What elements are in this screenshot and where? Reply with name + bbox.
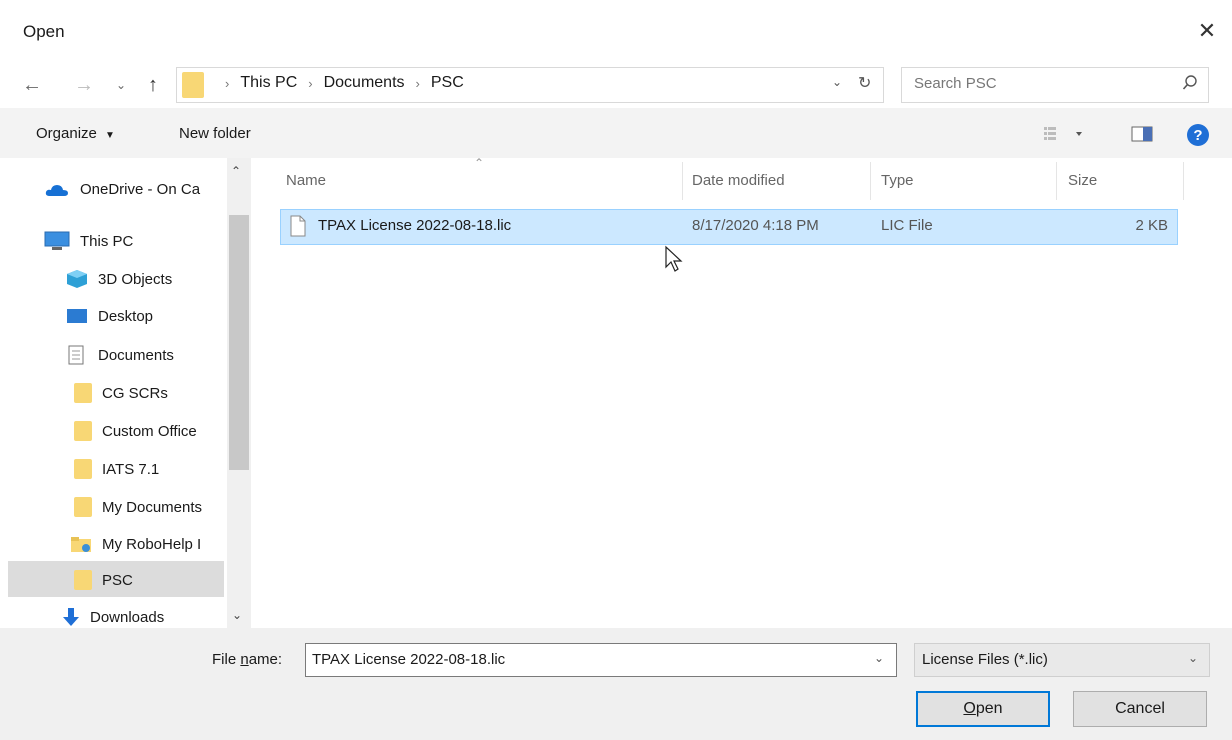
shared-folder-icon	[71, 537, 91, 552]
column-header-type[interactable]: Type	[881, 172, 914, 189]
scroll-down-icon[interactable]: ⌄	[232, 608, 242, 622]
nav-item-this-pc[interactable]: This PC	[44, 231, 224, 251]
breadcrumb-psc[interactable]: PSC	[431, 74, 464, 92]
column-divider	[1056, 162, 1057, 200]
breadcrumb-separator-icon: ›	[225, 75, 230, 91]
column-divider	[870, 162, 871, 200]
view-options-icon	[1044, 127, 1082, 140]
folder-icon	[182, 72, 204, 103]
chevron-down-icon: ⌄	[115, 78, 127, 92]
file-type-cell: LIC File	[881, 217, 933, 234]
breadcrumb-this-pc[interactable]: This PC	[240, 74, 297, 92]
breadcrumb-documents[interactable]: Documents	[324, 74, 405, 92]
breadcrumb-separator-icon: ›	[308, 75, 313, 91]
up-arrow-icon: ↑	[148, 73, 158, 96]
open-button[interactable]: Open	[916, 691, 1050, 727]
preview-pane-icon	[1131, 126, 1153, 142]
folder-icon	[74, 497, 92, 517]
organize-menu-button[interactable]: Organize ▼	[36, 125, 115, 142]
svg-text:?: ?	[1193, 127, 1202, 144]
nav-item-desktop[interactable]: Desktop	[66, 307, 224, 325]
column-header-name[interactable]: Name	[286, 172, 326, 189]
nav-item-label: Downloads	[90, 608, 165, 626]
cancel-button[interactable]: Cancel	[1073, 691, 1207, 727]
file-date-cell: 8/17/2020 4:18 PM	[692, 217, 819, 234]
file-name-dropdown-icon[interactable]: ⌄	[874, 651, 884, 665]
preview-pane-button[interactable]	[1131, 126, 1153, 147]
back-arrow-icon: ←	[22, 73, 42, 96]
nav-item-psc[interactable]: PSC	[74, 570, 224, 590]
nav-item-label: CG SCRs	[102, 384, 168, 402]
computer-icon	[44, 231, 70, 250]
up-button[interactable]: ↑	[140, 70, 166, 100]
folder-icon	[74, 383, 92, 403]
caret-down-icon: ▼	[105, 130, 115, 141]
help-button[interactable]: ?	[1186, 123, 1210, 152]
nav-scrollbar-thumb[interactable]	[229, 215, 249, 470]
folder-icon	[74, 570, 92, 590]
3d-objects-icon	[67, 270, 87, 288]
nav-item-my-robohelp[interactable]: My RoboHelp I	[70, 535, 224, 553]
nav-item-label: Documents	[98, 346, 174, 364]
folder-icon	[74, 459, 92, 479]
forward-arrow-icon: →	[74, 73, 94, 96]
nav-item-label: IATS 7.1	[102, 460, 160, 478]
file-name-value: TPAX License 2022-08-18.lic	[312, 651, 506, 668]
column-header-date-modified[interactable]: Date modified	[692, 172, 785, 189]
refresh-icon[interactable]: ↻	[858, 73, 871, 93]
download-icon	[63, 608, 79, 626]
nav-item-label: My RoboHelp I	[102, 535, 202, 553]
nav-item-custom-office[interactable]: Custom Office	[74, 421, 224, 441]
recent-locations-button[interactable]: ⌄	[111, 70, 131, 100]
scroll-up-icon[interactable]: ⌃	[231, 164, 241, 178]
access-key: O	[963, 700, 976, 717]
nav-item-iats[interactable]: IATS 7.1	[74, 459, 224, 479]
title-bar	[0, 0, 1232, 62]
column-divider	[682, 162, 683, 200]
desktop-icon	[67, 309, 87, 323]
file-type-value: License Files (*.lic)	[922, 651, 1048, 668]
documents-icon	[68, 345, 84, 365]
help-icon: ?	[1187, 124, 1209, 146]
forward-button[interactable]: →	[70, 70, 98, 100]
search-placeholder: Search PSC	[914, 75, 997, 92]
sort-ascending-icon: ⌃	[474, 156, 485, 170]
file-icon	[290, 215, 306, 242]
nav-item-label: Custom Office	[102, 422, 197, 440]
folder-icon	[74, 421, 92, 441]
file-type-dropdown-icon[interactable]: ⌄	[1188, 651, 1198, 665]
window-title: Open	[23, 22, 65, 41]
nav-item-label: PSC	[102, 571, 133, 589]
back-button[interactable]: ←	[18, 70, 46, 100]
search-icon	[1182, 74, 1198, 97]
nav-item-label: OneDrive - On Ca	[80, 181, 201, 198]
close-button[interactable]: ✕	[1188, 12, 1226, 50]
nav-item-onedrive[interactable]: OneDrive - On Ca	[44, 181, 224, 198]
access-key: n	[240, 651, 249, 668]
nav-item-label: My Documents	[102, 498, 203, 516]
breadcrumb: › This PC › Documents › PSC	[214, 74, 464, 92]
breadcrumb-separator-icon: ›	[415, 75, 420, 91]
new-folder-button[interactable]: New folder	[179, 125, 251, 142]
nav-item-label: Desktop	[98, 307, 154, 325]
column-divider	[1183, 162, 1184, 200]
cloud-icon	[45, 184, 68, 196]
file-size-cell: 2 KB	[1135, 217, 1168, 234]
close-icon: ✕	[1197, 18, 1217, 43]
mouse-cursor-icon	[664, 245, 686, 278]
organize-label: Organize	[36, 125, 97, 142]
file-name-cell[interactable]: TPAX License 2022-08-18.lic	[318, 217, 511, 234]
view-options-button[interactable]	[1044, 124, 1088, 149]
address-dropdown-icon[interactable]: ⌄	[832, 75, 842, 89]
nav-item-3d-objects[interactable]: 3D Objects	[66, 269, 224, 289]
file-name-label: File name:	[212, 651, 283, 668]
column-header-size[interactable]: Size	[1068, 172, 1097, 189]
nav-item-label: This PC	[80, 232, 134, 250]
nav-item-cg-scrs[interactable]: CG SCRs	[74, 383, 224, 403]
nav-item-label: 3D Objects	[98, 270, 173, 288]
nav-item-documents[interactable]: Documents	[66, 345, 224, 365]
nav-item-my-documents[interactable]: My Documents	[74, 497, 224, 517]
nav-item-downloads[interactable]: Downloads	[62, 607, 224, 627]
